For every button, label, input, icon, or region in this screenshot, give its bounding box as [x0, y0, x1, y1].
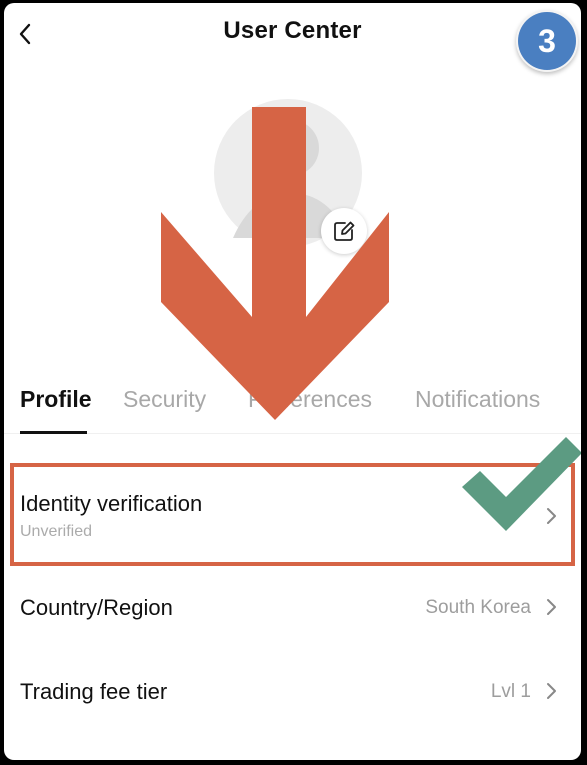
tab-bar: Profile Security Preferences Notificatio… [4, 378, 581, 434]
row-trading-fee-tier[interactable]: Trading fee tier Lvl 1 [4, 655, 581, 725]
active-tab-indicator [20, 431, 87, 434]
header-bar: User Center [4, 3, 581, 65]
row-country-region[interactable]: Country/Region South Korea [4, 573, 581, 643]
edit-avatar-button[interactable] [321, 208, 367, 254]
chevron-right-icon [547, 599, 556, 615]
edit-pencil-icon [334, 221, 355, 241]
row-label: Country/Region [20, 595, 173, 620]
chevron-right-icon [547, 508, 556, 524]
tab-notifications[interactable]: Notifications [415, 386, 540, 413]
tab-security[interactable]: Security [123, 386, 206, 413]
tab-preferences[interactable]: Preferences [248, 386, 372, 413]
verification-status: Unverified [20, 523, 93, 540]
step-number: 3 [518, 12, 576, 70]
fee-tier-value: Lvl 1 [490, 681, 531, 702]
country-value: South Korea [425, 597, 531, 618]
row-label: Trading fee tier [20, 679, 168, 704]
app-frame: User Center Profile Security Preferences… [4, 3, 581, 760]
step-number-badge: 3 [516, 10, 578, 72]
row-identity-verification[interactable]: Identity verification Unverified [4, 465, 581, 563]
page-title: User Center [223, 17, 362, 44]
row-label: Identity verification [20, 491, 203, 516]
chevron-right-icon [547, 683, 556, 699]
tab-profile[interactable]: Profile [20, 386, 92, 413]
